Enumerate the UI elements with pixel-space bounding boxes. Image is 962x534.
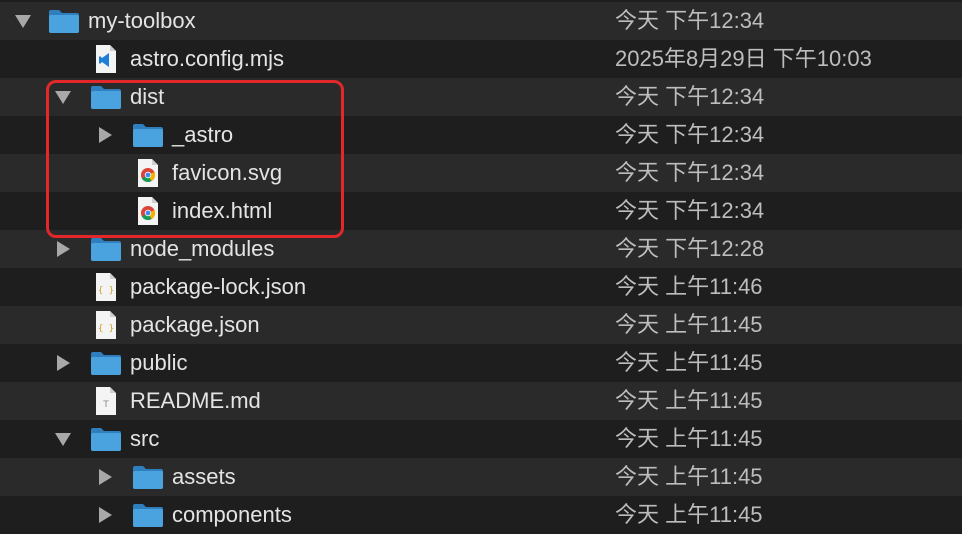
date-modified: 今天 下午12:34: [615, 160, 765, 185]
list-item-index-html[interactable]: index.html 今天 下午12:34: [0, 192, 962, 230]
file-name: favicon.svg: [172, 160, 283, 185]
list-item-readme[interactable]: T README.md 今天 上午11:45: [0, 382, 962, 420]
list-item-assets[interactable]: assets 今天 上午11:45: [0, 458, 962, 496]
text-file-icon: T: [90, 382, 122, 420]
vscode-file-icon: [90, 40, 122, 78]
file-list: my-toolbox 今天 下午12:34 astro.config.mjs 2…: [0, 0, 962, 534]
list-item-public[interactable]: public 今天 上午11:45: [0, 344, 962, 382]
json-file-icon: { }: [90, 268, 122, 306]
file-name: public: [130, 350, 188, 375]
file-name: _astro: [172, 122, 234, 147]
folder-icon: [90, 78, 122, 116]
list-item-src[interactable]: src 今天 上午11:45: [0, 420, 962, 458]
folder-icon: [132, 116, 164, 154]
file-name: src: [130, 426, 160, 451]
date-modified: 今天 上午11:46: [615, 274, 763, 299]
file-name: my-toolbox: [88, 8, 196, 33]
disclosure-collapsed-icon[interactable]: [52, 344, 74, 382]
disclosure-collapsed-icon[interactable]: [52, 230, 74, 268]
svg-text:{ }: { }: [98, 286, 114, 296]
json-file-icon: { }: [90, 306, 122, 344]
list-item-astro-folder[interactable]: _astro 今天 下午12:34: [0, 116, 962, 154]
list-item-favicon[interactable]: favicon.svg 今天 下午12:34: [0, 154, 962, 192]
list-item-astro-config[interactable]: astro.config.mjs 2025年8月29日 下午10:03: [0, 40, 962, 78]
date-modified: 今天 上午11:45: [615, 426, 763, 451]
list-item-package-lock[interactable]: { } package-lock.json 今天 上午11:46: [0, 268, 962, 306]
disclosure-collapsed-icon[interactable]: [94, 458, 116, 496]
file-name: dist: [130, 84, 165, 109]
file-name: README.md: [130, 388, 261, 413]
disclosure-collapsed-icon[interactable]: [94, 496, 116, 534]
date-modified: 今天 上午11:45: [615, 464, 763, 489]
date-modified: 今天 上午11:45: [615, 312, 763, 337]
chrome-file-icon: [132, 154, 164, 192]
folder-icon: [132, 458, 164, 496]
folder-icon: [90, 230, 122, 268]
disclosure-expanded-icon[interactable]: [52, 420, 74, 458]
date-modified: 今天 上午11:45: [615, 350, 763, 375]
date-modified: 今天 上午11:45: [615, 502, 763, 527]
date-modified: 今天 上午11:45: [615, 388, 763, 413]
disclosure-collapsed-icon[interactable]: [94, 116, 116, 154]
file-name: assets: [172, 464, 236, 489]
list-item-package-json[interactable]: { } package.json 今天 上午11:45: [0, 306, 962, 344]
folder-icon: [90, 420, 122, 458]
list-item-my-toolbox[interactable]: my-toolbox 今天 下午12:34: [0, 2, 962, 40]
folder-icon: [132, 496, 164, 534]
date-modified: 今天 下午12:34: [615, 122, 765, 147]
svg-text:T: T: [102, 400, 109, 410]
date-modified: 今天 下午12:34: [615, 198, 765, 223]
file-name: node_modules: [130, 236, 275, 261]
file-name: components: [172, 502, 292, 527]
list-item-components[interactable]: components 今天 上午11:45: [0, 496, 962, 534]
folder-icon: [90, 344, 122, 382]
date-modified: 2025年8月29日 下午10:03: [615, 46, 872, 71]
date-modified: 今天 下午12:34: [615, 8, 765, 33]
file-name: package-lock.json: [130, 274, 307, 299]
disclosure-expanded-icon[interactable]: [12, 2, 34, 40]
list-item-node-modules[interactable]: node_modules 今天 下午12:28: [0, 230, 962, 268]
disclosure-expanded-icon[interactable]: [52, 78, 74, 116]
file-name: astro.config.mjs: [130, 46, 285, 71]
date-modified: 今天 下午12:34: [615, 84, 765, 109]
file-name: package.json: [130, 312, 260, 337]
chrome-file-icon: [132, 192, 164, 230]
file-name: index.html: [172, 198, 273, 223]
list-item-dist[interactable]: dist 今天 下午12:34: [0, 78, 962, 116]
folder-icon: [48, 2, 80, 40]
svg-text:{ }: { }: [98, 324, 114, 334]
date-modified: 今天 下午12:28: [615, 236, 765, 261]
